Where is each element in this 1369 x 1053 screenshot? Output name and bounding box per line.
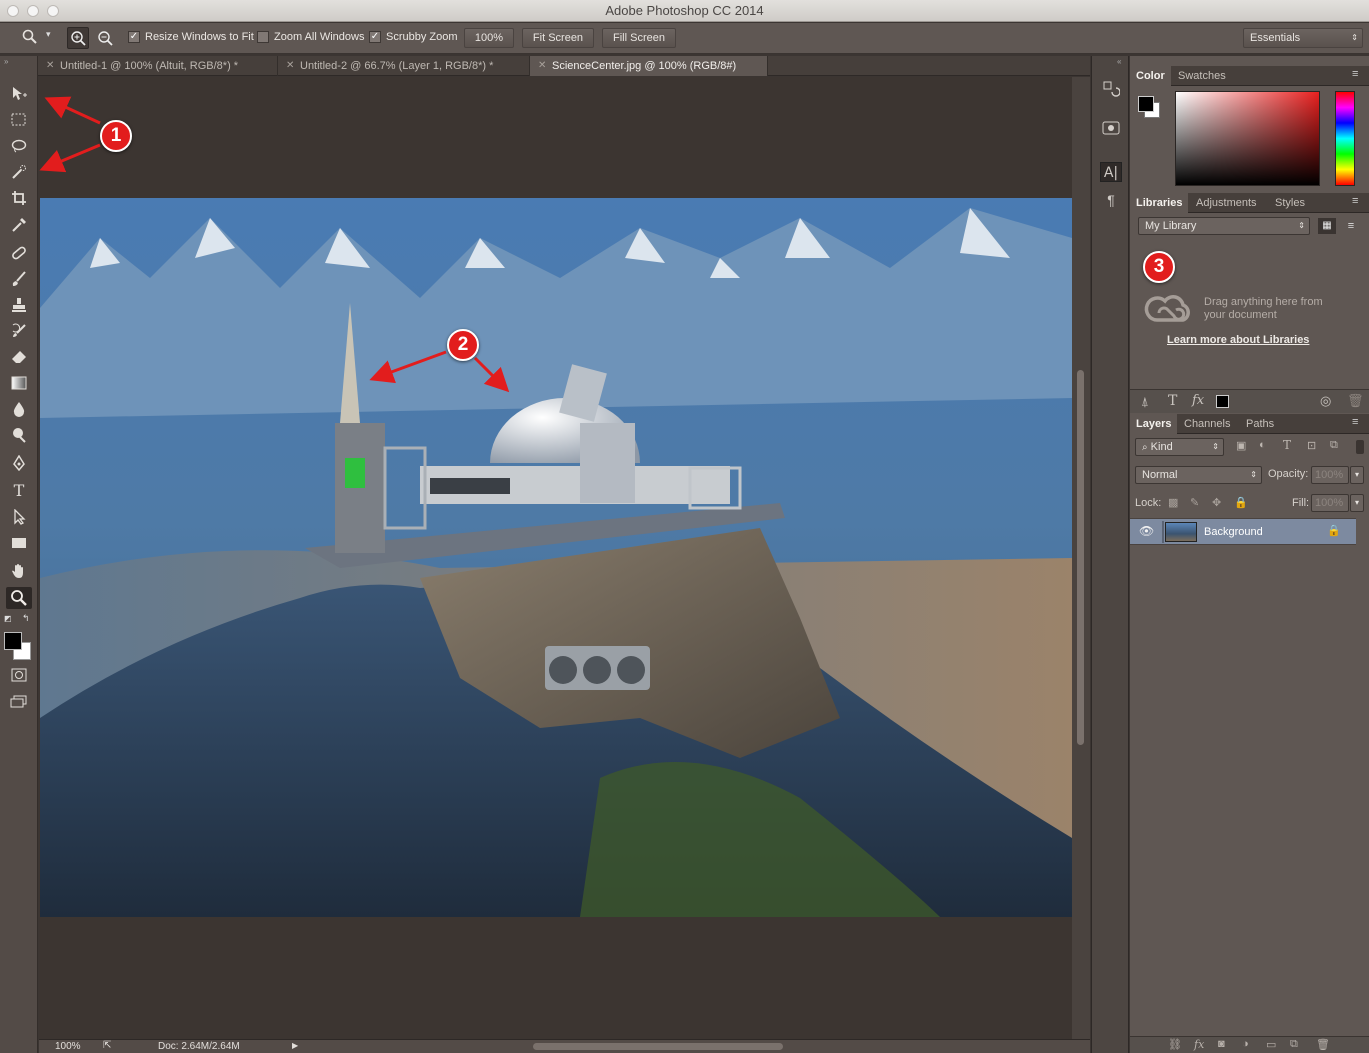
annotation-badge-1: 1: [100, 120, 132, 152]
annotation-arrows: [39, 96, 510, 393]
annotation-badge-2: 2: [447, 329, 479, 361]
annotation-badge-3: 3: [1143, 251, 1175, 283]
